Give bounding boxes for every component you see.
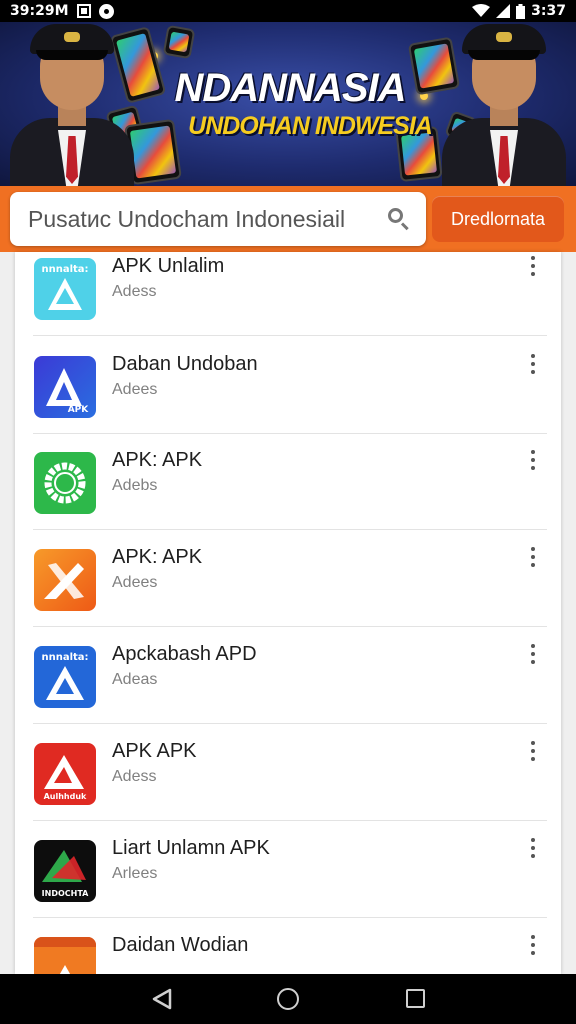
app-list: nnnalta: APK Unlalim Adess APK Daban Und… [15, 252, 561, 974]
app-icon-text: nnnalta: [41, 264, 88, 275]
more-options-icon[interactable] [523, 933, 543, 961]
recents-icon[interactable] [406, 989, 425, 1008]
app-subtitle: Adebs [112, 477, 158, 494]
app-name: APK: APK [112, 546, 203, 568]
apk-logo-icon-red: Aulhhduk [34, 743, 96, 805]
search-button[interactable]: Dredlornata [432, 196, 564, 242]
officer-illustration-left [2, 24, 142, 188]
search-input-text[interactable]: Pusatиc Undocham Indonesiail [28, 206, 386, 233]
more-options-icon[interactable] [523, 352, 543, 380]
apk-logo-icon-lightblue: nnnalta: [34, 258, 96, 320]
app-name: APK APK [112, 740, 197, 762]
app-name: APK: APK [112, 449, 203, 471]
banner-subtitle: UNDOHAN INDWESIA [188, 112, 433, 140]
back-icon[interactable] [150, 988, 174, 1010]
app-name: Daban Undoban [112, 353, 258, 375]
list-item[interactable]: APK: APK Adees [15, 531, 561, 627]
battery-icon [516, 3, 526, 19]
divider [33, 529, 547, 530]
officer-illustration-right [434, 24, 574, 188]
more-options-icon[interactable] [523, 836, 543, 864]
app-icon-text: nnnalta: [41, 652, 88, 663]
app-icon-text: Aulhhduk [44, 792, 87, 801]
status-time-left: 39:29M [10, 3, 69, 19]
divider [33, 626, 547, 627]
list-item[interactable]: Aulhhduk APK APK Adess [15, 725, 561, 821]
divider [33, 820, 547, 821]
signal-icon [496, 4, 511, 18]
app-subtitle: Arlees [112, 865, 158, 882]
banner-title: NDANNASIA [174, 66, 407, 110]
list-item[interactable]: Daidan Wodian [15, 919, 561, 974]
more-options-icon[interactable] [523, 739, 543, 767]
promo-banner[interactable]: NDANNASIA UNDOHAN INDWESIA [0, 22, 576, 188]
more-options-icon[interactable] [523, 642, 543, 670]
divider [33, 917, 547, 918]
phone-screen: 39:29M 3:37 NDANNASIA UNDOHAN INDWESIA P… [0, 0, 576, 1024]
apk-logo-icon-orange2 [34, 937, 96, 974]
notification-circle-icon [98, 3, 114, 19]
apk-logo-icon-orange [34, 549, 96, 611]
more-options-icon[interactable] [523, 448, 543, 476]
search-icon[interactable] [386, 206, 412, 232]
search-input[interactable]: Pusatиc Undocham Indonesiail [10, 192, 426, 246]
app-subtitle: Adees [112, 574, 158, 591]
app-icon-text: INDOCHTA [42, 889, 90, 898]
app-name: Apckabash APD [112, 643, 257, 665]
list-item[interactable]: APK: APK Adebs [15, 434, 561, 530]
list-item[interactable]: nnnalta: APK Unlalim Adess [15, 252, 561, 336]
app-subtitle: Adess [112, 768, 157, 785]
notification-square-icon [76, 4, 91, 18]
home-icon[interactable] [277, 988, 299, 1010]
phone-illustration [162, 24, 196, 60]
apk-logo-icon-blue2: nnnalta: [34, 646, 96, 708]
app-name: APK Unlalim [112, 255, 225, 277]
app-name: Liart Unlamn APK [112, 837, 270, 859]
app-subtitle: Adess [112, 283, 157, 300]
apk-logo-icon-black: INDOCHTA [34, 840, 96, 902]
navigation-bar [0, 974, 576, 1024]
more-options-icon[interactable] [523, 545, 543, 573]
list-item[interactable]: INDOCHTA Liart Unlamn APK Arlees [15, 822, 561, 918]
more-options-icon[interactable] [523, 254, 543, 282]
apk-logo-icon-blue: APK [34, 356, 96, 418]
status-time-right: 3:37 [531, 3, 566, 19]
status-bar: 39:29M 3:37 [0, 0, 576, 22]
search-bar: Pusatиc Undocham Indonesiail Dredlornata [0, 186, 576, 252]
app-subtitle: Adees [112, 381, 158, 398]
list-item[interactable]: APK Daban Undoban Adees [15, 338, 561, 434]
wifi-icon [472, 4, 491, 17]
divider [33, 335, 547, 336]
green-ring-icon [34, 452, 96, 514]
app-name: Daidan Wodian [112, 934, 249, 956]
divider [33, 723, 547, 724]
app-icon-text: APK [68, 405, 90, 415]
list-item[interactable]: nnnalta: Apckabash APD Adeas [15, 628, 561, 724]
app-subtitle: Adeas [112, 671, 158, 688]
